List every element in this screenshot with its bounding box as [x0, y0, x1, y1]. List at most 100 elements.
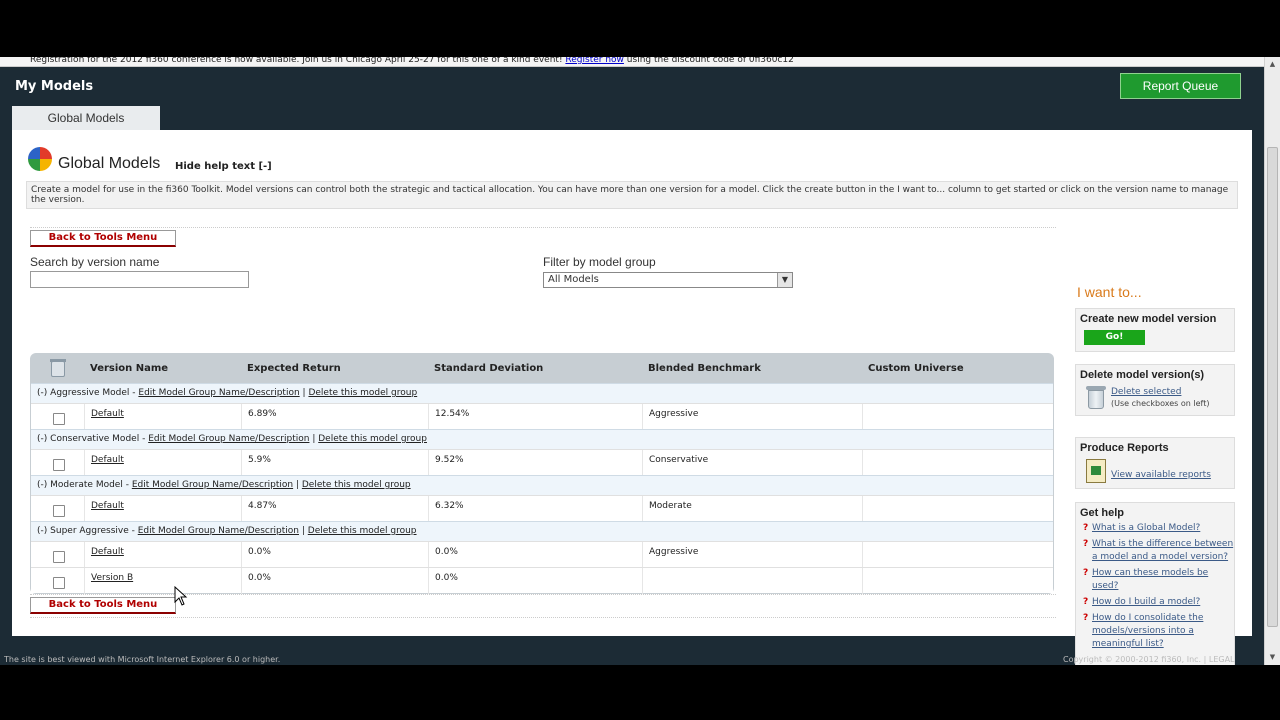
vertical-scrollbar[interactable]: ▲ ▼	[1264, 57, 1280, 665]
go-button[interactable]: Go!	[1084, 330, 1145, 345]
expected-return-cell: 5.9%	[241, 450, 428, 476]
delete-model-group-link[interactable]: Delete this model group	[302, 480, 411, 490]
row-checkbox[interactable]	[53, 413, 65, 425]
custom-universe-cell	[862, 542, 1053, 568]
edit-model-group-link[interactable]: Edit Model Group Name/Description	[148, 434, 309, 444]
row-checkbox[interactable]	[53, 505, 65, 517]
delete-selected-link[interactable]: Delete selected	[1111, 386, 1209, 398]
col-standard-deviation[interactable]: Standard Deviation	[434, 363, 543, 374]
get-help-box: Get help ? What is a Global Model? ? What …	[1075, 502, 1235, 665]
collapse-toggle[interactable]: (-)	[37, 434, 47, 444]
table-row: Default 6.89% 12.54% Aggressive	[31, 403, 1053, 430]
scroll-up-icon[interactable]: ▲	[1267, 59, 1278, 70]
help-link[interactable]: How do I build a model?	[1092, 597, 1200, 607]
produce-reports-title: Produce Reports	[1080, 442, 1169, 454]
delete-model-group-link[interactable]: Delete this model group	[308, 388, 417, 398]
main-panel: Global Models Hide help text [-] Create …	[12, 130, 1252, 665]
model-group-name: Moderate Model	[50, 480, 123, 490]
table-row: Default 0.0% 0.0% Aggressive	[31, 541, 1053, 568]
expected-return-cell: 4.87%	[241, 496, 428, 522]
model-group-select-value: All Models	[548, 274, 599, 285]
model-group-name: Conservative Model	[50, 434, 140, 444]
browser-viewport: Registration for the 2012 fi360 conferen…	[0, 57, 1264, 665]
model-group-name: Aggressive Model	[50, 388, 130, 398]
chevron-down-icon[interactable]: ▼	[777, 273, 792, 287]
tab-global-models[interactable]: Global Models	[12, 106, 160, 130]
table-row: Default 5.9% 9.52% Conservative	[31, 449, 1053, 476]
section-title: Global Models	[58, 155, 161, 172]
model-group-select[interactable]: All Models ▼	[543, 272, 793, 288]
delete-versions-title: Delete model version(s)	[1080, 369, 1205, 381]
help-link[interactable]: What is the difference between a model a…	[1092, 539, 1233, 562]
hide-help-toggle[interactable]: Hide help text [-]	[175, 161, 272, 172]
col-version-name[interactable]: Version Name	[90, 363, 168, 374]
std-dev-cell: 0.0%	[428, 568, 642, 594]
col-blended-benchmark[interactable]: Blended Benchmark	[648, 363, 761, 374]
expected-return-cell: 0.0%	[241, 542, 428, 568]
collapse-toggle[interactable]: (-)	[37, 480, 47, 490]
delete-model-group-link[interactable]: Delete this model group	[318, 434, 427, 444]
version-link[interactable]: Default	[91, 547, 124, 557]
model-group-row: (-) Conservative Model - Edit Model Grou…	[31, 429, 1053, 449]
register-link[interactable]: Register now	[565, 57, 624, 65]
model-group-row: (-) Moderate Model - Edit Model Group Na…	[31, 475, 1053, 495]
std-dev-cell: 12.54%	[428, 404, 642, 430]
divider	[30, 227, 1056, 228]
screen-bottom-border	[0, 665, 1280, 720]
std-dev-cell: 9.52%	[428, 450, 642, 476]
scroll-thumb[interactable]	[1267, 147, 1278, 627]
question-icon: ?	[1083, 613, 1089, 623]
footer-copyright[interactable]: Copyright © 2000-2012 fi360, Inc. | LEGA…	[1063, 655, 1235, 664]
question-icon: ?	[1083, 539, 1089, 549]
help-link[interactable]: How do I consolidate the models/versions…	[1092, 613, 1203, 649]
help-item: ? How do I build a model?	[1076, 596, 1234, 609]
scroll-down-icon[interactable]: ▼	[1267, 652, 1278, 663]
benchmark-cell	[642, 568, 862, 594]
custom-universe-cell	[862, 404, 1053, 430]
benchmark-cell: Conservative	[642, 450, 862, 476]
delete-model-group-link[interactable]: Delete this model group	[308, 526, 417, 536]
view-reports-link[interactable]: View available reports	[1111, 470, 1211, 480]
create-version-box: Create new model version Go!	[1075, 308, 1235, 352]
search-label: Search by version name	[30, 255, 160, 269]
get-help-title: Get help	[1080, 507, 1125, 519]
page-title: My Models	[15, 79, 94, 94]
report-queue-button[interactable]: Report Queue	[1120, 73, 1241, 99]
help-item: ? How can these models be used?	[1076, 567, 1234, 593]
divider	[30, 617, 1056, 618]
version-link[interactable]: Default	[91, 501, 124, 511]
col-expected-return[interactable]: Expected Return	[247, 363, 341, 374]
delete-versions-box: Delete model version(s) Delete selected …	[1075, 364, 1235, 416]
edit-model-group-link[interactable]: Edit Model Group Name/Description	[138, 388, 299, 398]
help-link[interactable]: How can these models be used?	[1092, 568, 1208, 591]
row-checkbox[interactable]	[53, 459, 65, 471]
back-to-tools-button-bottom[interactable]: Back to Tools Menu	[30, 597, 176, 614]
custom-universe-cell	[862, 450, 1053, 476]
edit-model-group-link[interactable]: Edit Model Group Name/Description	[138, 526, 299, 536]
filter-label: Filter by model group	[543, 255, 656, 269]
search-input[interactable]	[30, 271, 249, 288]
announcement-text: Registration for the 2012 fi360 conferen…	[30, 57, 563, 65]
model-group-row: (-) Super Aggressive - Edit Model Group …	[31, 521, 1053, 541]
version-link[interactable]: Default	[91, 455, 124, 465]
trash-icon	[1086, 386, 1106, 410]
custom-universe-cell	[862, 568, 1053, 594]
collapse-toggle[interactable]: (-)	[37, 388, 47, 398]
row-checkbox[interactable]	[53, 551, 65, 563]
pie-chart-icon	[28, 147, 52, 171]
produce-reports-box: Produce Reports View available reports	[1075, 437, 1235, 489]
col-custom-universe[interactable]: Custom Universe	[868, 363, 964, 374]
help-item: ? How do I consolidate the models/version…	[1076, 612, 1234, 651]
std-dev-cell: 6.32%	[428, 496, 642, 522]
announcement-bar: Registration for the 2012 fi360 conferen…	[0, 57, 1264, 67]
back-to-tools-button-top[interactable]: Back to Tools Menu	[30, 230, 176, 247]
edit-model-group-link[interactable]: Edit Model Group Name/Description	[132, 480, 293, 490]
version-link[interactable]: Version B	[91, 573, 133, 583]
version-link[interactable]: Default	[91, 409, 124, 419]
help-link[interactable]: What is a Global Model?	[1092, 523, 1200, 533]
benchmark-cell: Aggressive	[642, 404, 862, 430]
question-icon: ?	[1083, 568, 1089, 578]
collapse-toggle[interactable]: (-)	[37, 526, 47, 536]
row-checkbox[interactable]	[53, 577, 65, 589]
custom-universe-cell	[862, 496, 1053, 522]
